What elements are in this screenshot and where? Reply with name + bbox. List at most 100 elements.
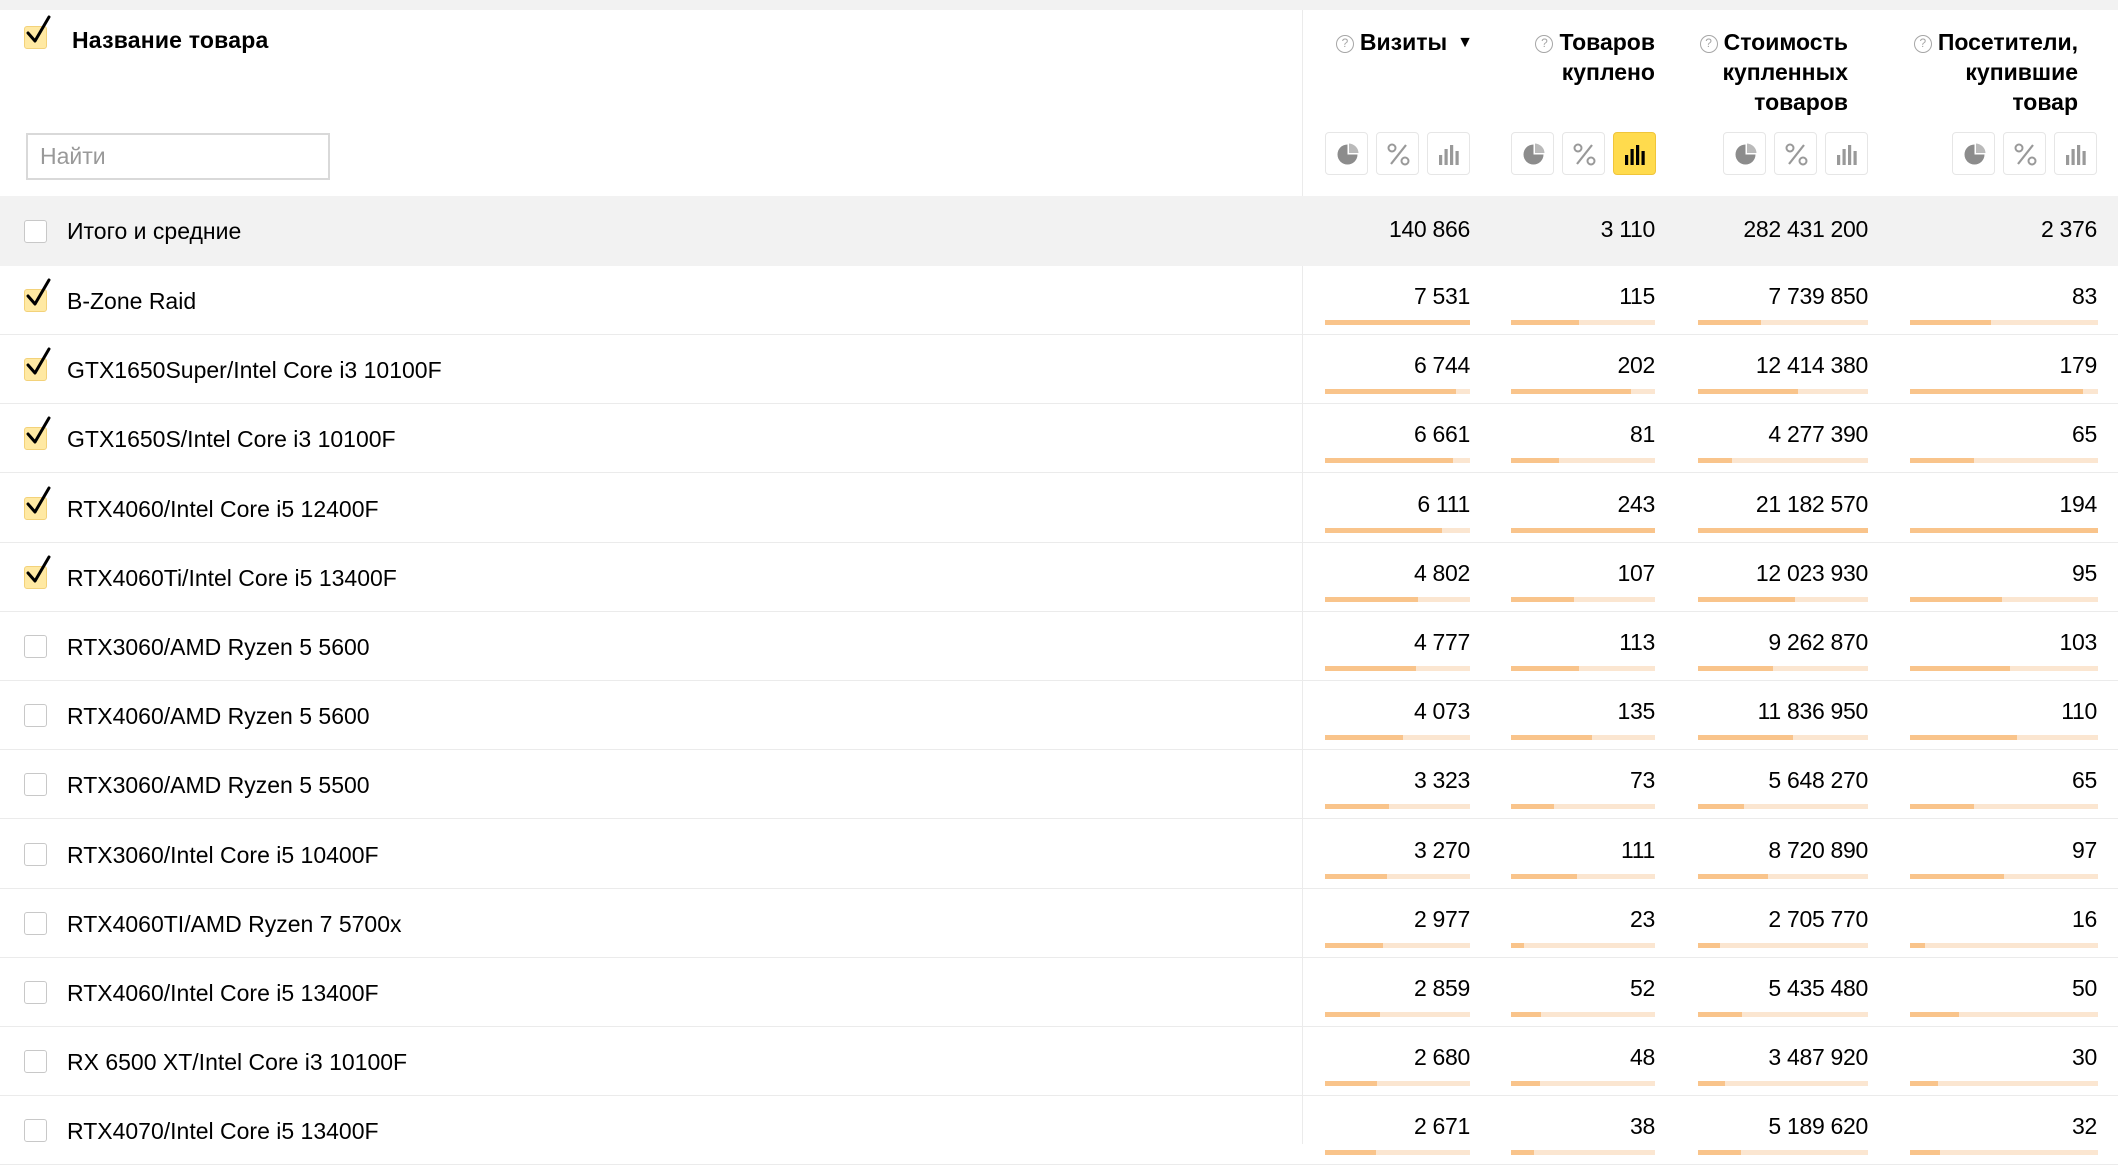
visits-value: 4 777 — [1413, 629, 1470, 655]
items-bought-share-bar — [1511, 735, 1655, 740]
bar-chart-view-button[interactable] — [1825, 132, 1868, 175]
items-bought-share-bar — [1511, 666, 1655, 671]
table-row[interactable]: RTX4060Ti/Intel Core i5 13400F 4 802 107 12… — [0, 543, 2118, 612]
buyers-share-bar — [1910, 458, 2098, 463]
table-row[interactable]: RTX4060/AMD Ryzen 5 5600 4 073 135 11 836 9… — [0, 681, 2118, 750]
cost-share-bar — [1698, 804, 1868, 809]
pie-chart-view-button[interactable] — [1723, 132, 1766, 175]
cost-column-header[interactable]: ? Стоимость купленных товаров — [1699, 27, 1848, 117]
buyers-share-bar — [1910, 597, 2098, 602]
items-bought-value: 202 — [1617, 352, 1656, 378]
share-bar-fill — [1698, 389, 1798, 394]
top-strip — [0, 0, 2118, 10]
product-name: RTX3060/AMD Ryzen 5 5500 — [67, 772, 370, 798]
name-column-header[interactable]: Название товара — [72, 27, 268, 54]
pie-chart-view-button[interactable] — [1325, 132, 1368, 175]
buyers-value: 179 — [2059, 352, 2098, 378]
visits-share-bar — [1325, 1012, 1470, 1017]
table-row[interactable]: RTX3060/Intel Core i5 10400F 3 270 111 8 72… — [0, 820, 2118, 889]
pie-chart-view-button[interactable] — [1511, 132, 1554, 175]
percent-view-button[interactable] — [2003, 132, 2046, 175]
buyers-value: 65 — [2072, 421, 2097, 447]
row-checkbox[interactable] — [24, 981, 47, 1004]
row-checkbox[interactable] — [24, 704, 47, 727]
row-checkbox[interactable] — [24, 555, 51, 589]
help-icon[interactable]: ? — [1913, 35, 1932, 53]
buyers-share-bar — [1910, 1150, 2098, 1155]
share-bar-fill — [1325, 666, 1416, 671]
share-bar-fill — [1325, 389, 1456, 394]
share-bar-fill — [1910, 320, 1991, 325]
buyers-share-bar — [1910, 943, 2098, 948]
row-checkbox[interactable] — [24, 278, 51, 312]
percent-view-button[interactable] — [1774, 132, 1817, 175]
help-icon[interactable]: ? — [1335, 35, 1354, 53]
table-row[interactable]: RTX4060/Intel Core i5 13400F 2 859 52 5 435… — [0, 958, 2118, 1027]
share-bar-fill — [1325, 528, 1442, 533]
row-checkbox[interactable] — [24, 773, 47, 796]
sort-desc-icon[interactable]: ▼ — [1457, 34, 1473, 51]
table-row[interactable]: RTX4070/Intel Core i5 13400F 2 671 38 5 189… — [0, 1096, 2118, 1165]
table-row[interactable]: B-Zone Raid 7 531 115 7 739 850 83 — [0, 266, 2118, 335]
percent-view-button[interactable] — [1562, 132, 1605, 175]
buyers-column-header[interactable]: ? Посетители, купившие товар — [1913, 27, 2078, 117]
bar-chart-view-button[interactable] — [2054, 132, 2097, 175]
buyers-value: 32 — [2072, 1113, 2097, 1139]
row-checkbox[interactable] — [24, 635, 47, 658]
visits-value: 2 859 — [1413, 975, 1470, 1001]
table-row[interactable]: RTX4060TI/AMD Ryzen 7 5700x 2 977 23 2 705 … — [0, 889, 2118, 958]
table-row[interactable]: RTX3060/AMD Ryzen 5 5600 4 777 113 9 262 87… — [0, 612, 2118, 681]
visits-share-bar — [1325, 874, 1470, 879]
help-icon[interactable]: ? — [1535, 35, 1554, 53]
cost-value: 9 262 870 — [1768, 629, 1868, 655]
row-checkbox[interactable] — [24, 486, 51, 520]
row-checkbox[interactable] — [24, 843, 47, 866]
share-bar-fill — [1325, 320, 1470, 325]
row-checkbox[interactable] — [24, 1119, 47, 1142]
help-icon[interactable]: ? — [1699, 35, 1718, 53]
checkmark-icon — [26, 416, 51, 444]
items-bought-share-bar — [1511, 528, 1655, 533]
share-bar-fill — [1698, 735, 1793, 740]
product-name: RTX4070/Intel Core i5 13400F — [67, 1118, 379, 1144]
items-bought-value: 38 — [1630, 1113, 1655, 1139]
table-row[interactable]: RTX4060/Intel Core i5 12400F 6 111 243 21 1… — [0, 474, 2118, 543]
row-checkbox[interactable] — [24, 347, 51, 381]
search-input[interactable] — [26, 133, 330, 180]
buyers-value: 50 — [2072, 975, 2097, 1001]
share-bar-fill — [1910, 1150, 1940, 1155]
row-checkbox[interactable] — [24, 220, 47, 243]
row-checkbox[interactable] — [24, 1050, 47, 1073]
cost-value: 21 182 570 — [1755, 491, 1868, 517]
checkmark-icon — [26, 347, 51, 375]
visits-value: 2 671 — [1413, 1113, 1470, 1139]
pie-chart-view-button[interactable] — [1952, 132, 1995, 175]
items-bought-value: 107 — [1617, 560, 1656, 586]
bar-chart-view-button[interactable] — [1427, 132, 1470, 175]
percent-view-button[interactable] — [1376, 132, 1419, 175]
table-row[interactable]: RTX3060/AMD Ryzen 5 5500 3 323 73 5 648 270… — [0, 750, 2118, 819]
share-bar-fill — [1325, 1012, 1380, 1017]
visits-share-bar — [1325, 666, 1470, 671]
bar-chart-view-button[interactable] — [1613, 132, 1656, 175]
visits-column-header[interactable]: ? Визиты ▼ — [1335, 27, 1473, 58]
select-all-checkbox[interactable] — [24, 15, 51, 49]
items-bought-value: 115 — [1619, 283, 1655, 309]
cost-value: 8 720 890 — [1768, 837, 1868, 863]
buyers-value: 30 — [2072, 1044, 2097, 1070]
share-bar-fill — [1511, 458, 1559, 463]
visits-value: 2 977 — [1413, 906, 1470, 932]
share-bar-fill — [1910, 458, 1974, 463]
buyers-value: 95 — [2072, 560, 2097, 586]
table-row[interactable]: RX 6500 XT/Intel Core i3 10100F 2 680 48 3 … — [0, 1027, 2118, 1096]
items-bought-column-header[interactable]: ? Товаров куплено — [1535, 27, 1655, 87]
table-row[interactable]: GTX1650S/Intel Core i3 10100F 6 661 81 4 27… — [0, 404, 2118, 473]
row-checkbox[interactable] — [24, 416, 51, 450]
buyers-value: 83 — [2072, 283, 2097, 309]
visits-value: 6 661 — [1413, 421, 1470, 447]
buyers-value: 103 — [2059, 629, 2098, 655]
buyers-share-bar — [1910, 1081, 2098, 1086]
row-checkbox[interactable] — [24, 912, 47, 935]
share-bar-fill — [1910, 597, 2002, 602]
table-row[interactable]: GTX1650Super/Intel Core i3 10100F 6 744 20… — [0, 335, 2118, 404]
